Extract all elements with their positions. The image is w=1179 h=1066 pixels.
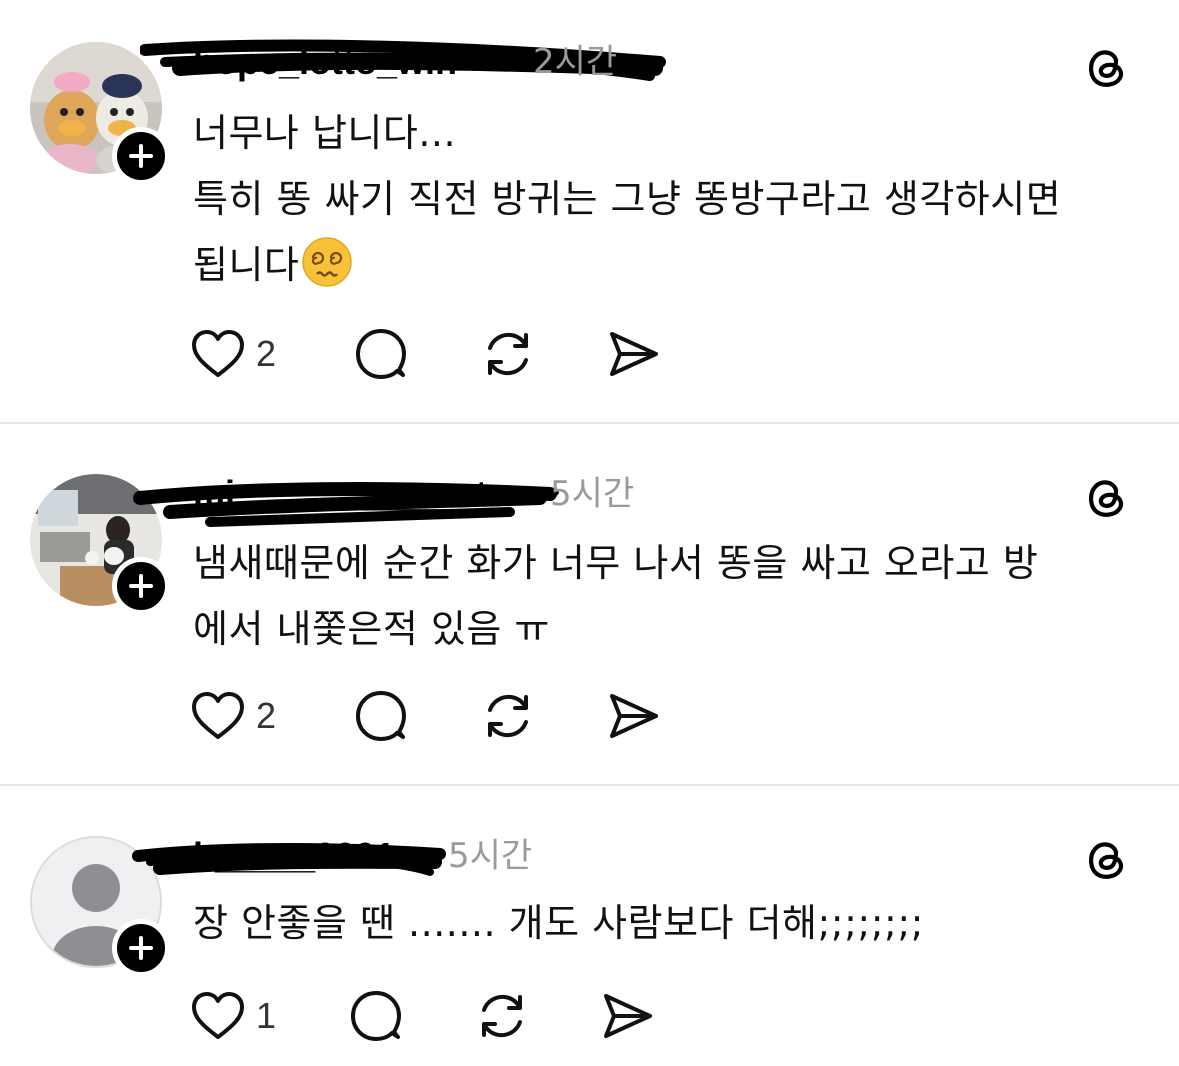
like-button[interactable]: 2 [190, 688, 276, 744]
threads-logo-icon[interactable] [1083, 834, 1131, 882]
share-button[interactable] [600, 988, 656, 1044]
username-row: hope_lotto_win [193, 40, 457, 84]
plus-icon [129, 144, 153, 168]
follow-button[interactable] [112, 557, 170, 615]
follow-button[interactable] [112, 127, 170, 185]
action-bar: 2 [190, 688, 690, 744]
like-button[interactable]: 1 [190, 988, 276, 1044]
comment-icon [351, 991, 401, 1041]
post-body: 장 안좋을 땐 ....... 개도 사람보다 더해;;;;;;;; [193, 890, 1153, 956]
reply-button[interactable] [353, 688, 409, 744]
plus-icon [129, 574, 153, 598]
username[interactable]: mi___________ato [193, 473, 509, 514]
share-button[interactable] [606, 688, 662, 744]
timestamp: 2시간 [533, 42, 618, 82]
heart-icon [192, 330, 244, 377]
reply-button[interactable] [353, 326, 409, 382]
threads-logo-icon[interactable] [1083, 472, 1131, 520]
post-line: 됩니다 [193, 243, 300, 287]
share-button[interactable] [606, 326, 662, 382]
post-line: 냄새때문에 순간 화가 너무 나서 똥을 싸고 오라고 방 [193, 541, 1039, 585]
post-body: 냄새때문에 순간 화가 너무 나서 똥을 싸고 오라고 방 에서 내쫓은적 있음… [193, 530, 1153, 662]
plus-icon [129, 936, 153, 960]
post-line-with-emoji: 됩니다 [193, 232, 1153, 308]
post-line: 특히 똥 싸기 직전 방귀는 그냥 똥방구라고 생각하시면 [193, 177, 1062, 221]
dizzy-face-emoji-icon [301, 236, 353, 308]
send-icon [610, 332, 658, 376]
username-row: h_____0001 [193, 834, 395, 878]
like-count: 2 [256, 333, 277, 374]
thread-post: h_____0001 5시간 장 안좋을 땐 ....... 개도 사람보다 더… [0, 786, 1179, 1066]
reply-button[interactable] [348, 988, 404, 1044]
thread-post: mi___________ato 5시간 냄새때문에 순간 화가 너무 나서 똥… [0, 424, 1179, 784]
action-bar: 2 [190, 326, 690, 382]
post-body: 너무나 납니다... 특히 똥 싸기 직전 방귀는 그냥 똥방구라고 생각하시면… [193, 100, 1153, 308]
repost-button[interactable] [480, 688, 536, 744]
repost-button[interactable] [480, 326, 536, 382]
comment-icon [356, 691, 406, 741]
follow-button[interactable] [112, 919, 170, 977]
repost-icon [488, 332, 528, 376]
like-count: 1 [256, 995, 277, 1036]
send-icon [604, 994, 652, 1038]
post-line: 에서 내쫓은적 있음 ㅠ [193, 607, 550, 651]
username[interactable]: h_____0001 [193, 835, 395, 876]
post-line: 장 안좋을 땐 ....... 개도 사람보다 더해;;;;;;;; [193, 901, 924, 945]
repost-button[interactable] [474, 988, 530, 1044]
like-count: 2 [256, 695, 277, 736]
thread-post: hope_lotto_win 2시간 너무나 납니다... 특히 똥 싸기 직전… [0, 0, 1179, 422]
action-bar: 1 [190, 988, 690, 1044]
repost-icon [488, 694, 528, 738]
repost-icon [482, 994, 522, 1038]
timestamp: 5시간 [448, 836, 533, 876]
heart-icon [192, 692, 244, 739]
send-icon [610, 694, 658, 738]
post-line: 너무나 납니다... [193, 111, 457, 155]
username[interactable]: hope_lotto_win [193, 41, 457, 82]
username-row: mi___________ato [193, 472, 509, 516]
comment-icon [356, 329, 406, 379]
threads-logo-icon[interactable] [1083, 42, 1131, 90]
like-button[interactable]: 2 [190, 326, 276, 382]
heart-icon [192, 992, 244, 1039]
timestamp: 5시간 [550, 474, 635, 514]
